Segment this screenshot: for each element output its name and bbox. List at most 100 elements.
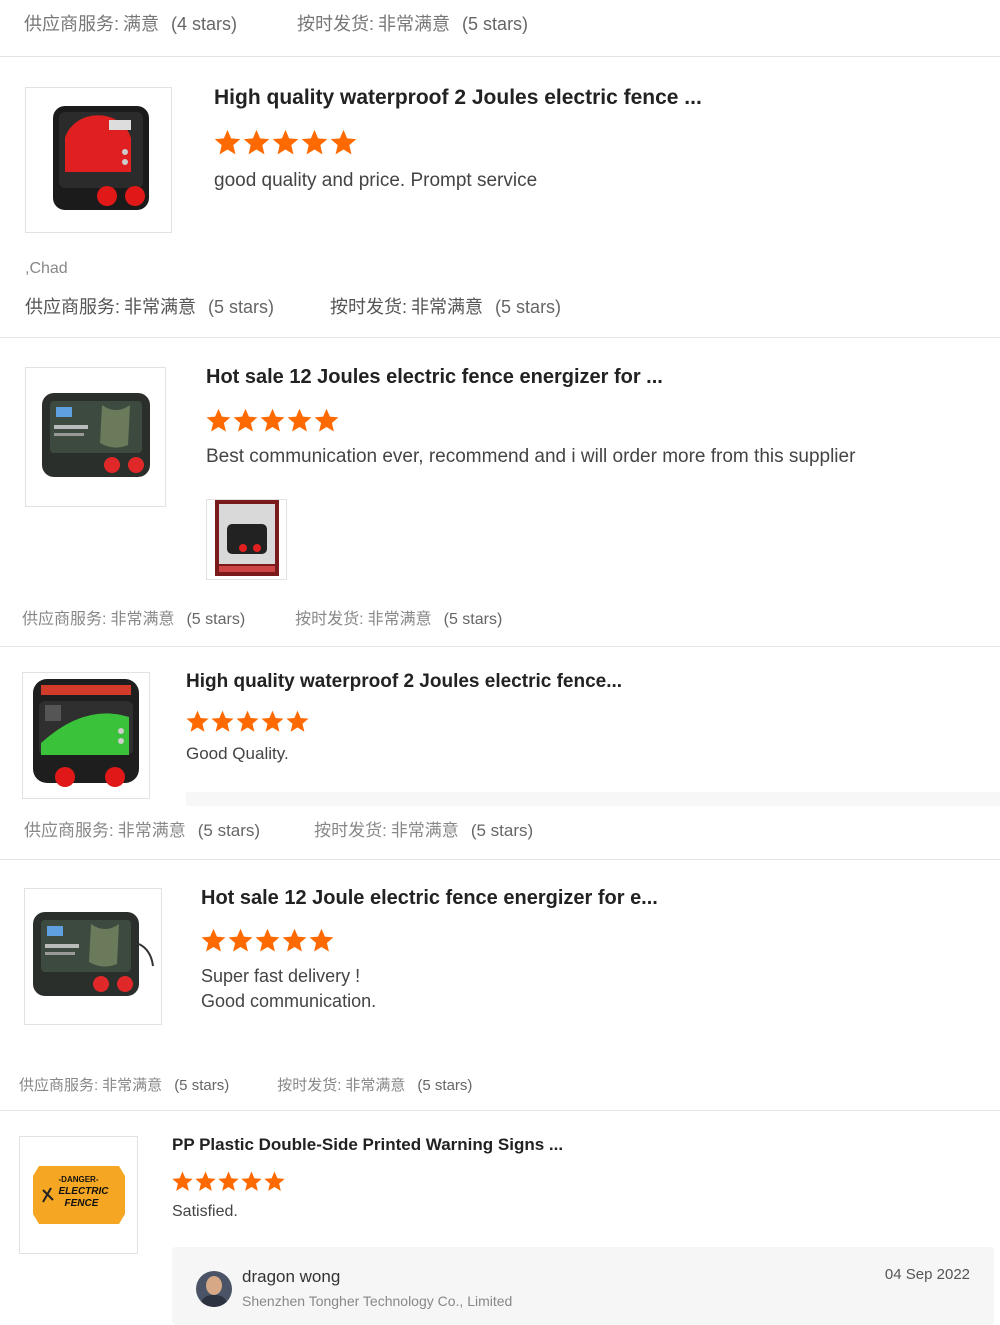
product-title[interactable]: High quality waterproof 2 Joules electri… [186, 671, 622, 693]
supplier-service-stars: (5 stars) [197, 821, 261, 840]
star-icon [309, 928, 334, 952]
review-text: Best communication ever, recommend and i… [206, 446, 856, 467]
star-icon [201, 928, 226, 952]
star-icon [172, 1171, 193, 1191]
star-icon [255, 928, 280, 952]
star-icon [241, 1171, 262, 1191]
divider [0, 859, 1000, 860]
energizer-screen-icon [38, 385, 154, 490]
reply-author-name: dragon wong [242, 1267, 341, 1286]
supplier-reply: dragon wong Shenzhen Tongher Technology … [172, 1247, 994, 1325]
ratings-row: 供应商服务: 非常满意 (5 stars) 按时发货: 非常满意 (5 stars) [19, 1074, 472, 1095]
review-text: good quality and price. Prompt service [214, 170, 538, 191]
ratings-row: 供应商服务: 非常满意 (5 stars) 按时发货: 非常满意 (5 stars) [22, 605, 502, 629]
star-icon [272, 129, 299, 155]
supplier-service-value: 非常满意 [124, 297, 197, 317]
energizer-screen-icon [29, 904, 157, 1009]
supplier-service-stars: (5 stars) [208, 297, 275, 317]
reply-date: 04 Sep 2022 [884, 1266, 970, 1283]
star-icon [195, 1171, 216, 1191]
star-rating [200, 927, 335, 954]
review-photo-icon [214, 500, 279, 579]
reply-placeholder [186, 792, 1000, 806]
ontime-shipping-value: 非常满意 [378, 14, 451, 34]
ontime-shipping-stars: (5 stars) [495, 297, 562, 317]
star-icon [186, 710, 209, 732]
star-rating [185, 709, 310, 734]
review-text-line: Super fast delivery ! [201, 966, 361, 986]
divider [0, 1110, 1000, 1111]
review-text: Good Quality. [186, 744, 289, 763]
star-icon [261, 710, 284, 732]
review-attachment[interactable] [206, 499, 287, 580]
sign-text: -DANGER- [58, 1175, 99, 1184]
energizer-red-icon [39, 98, 159, 223]
star-rating [171, 1170, 286, 1193]
star-icon [233, 408, 258, 432]
supplier-service-value: 非常满意 [117, 821, 186, 840]
product-thumbnail[interactable] [25, 367, 166, 507]
energizer-green-icon [25, 673, 147, 798]
product-title[interactable]: Hot sale 12 Joule electric fence energiz… [201, 887, 658, 910]
star-icon [301, 129, 328, 155]
supplier-service-value: 满意 [123, 14, 160, 34]
star-icon [228, 928, 253, 952]
ontime-shipping-value: 非常满意 [345, 1077, 406, 1094]
supplier-service-label: 供应商服务: [24, 14, 120, 34]
ontime-shipping-value: 非常满意 [367, 611, 432, 628]
ontime-shipping-stars: (5 stars) [443, 611, 503, 628]
supplier-service-stars: (5 stars) [174, 1077, 230, 1094]
supplier-service-value: 非常满意 [110, 611, 175, 628]
supplier-service-stars: (5 stars) [186, 611, 246, 628]
star-icon [211, 710, 234, 732]
reviewer-name: ,Chad [25, 260, 68, 277]
ratings-row: 供应商服务: 非常满意 (5 stars) 按时发货: 非常满意 (5 stars) [25, 293, 561, 319]
supplier-service-value: 非常满意 [102, 1077, 163, 1094]
star-rating [205, 407, 340, 434]
star-icon [214, 129, 241, 155]
reply-company: Shenzhen Tongher Technology Co., Limited [242, 1293, 513, 1309]
supplier-service-label: 供应商服务: [25, 297, 121, 317]
star-icon [287, 408, 312, 432]
ontime-shipping-value: 非常满意 [390, 821, 459, 840]
product-title[interactable]: Hot sale 12 Joules electric fence energi… [206, 366, 663, 389]
divider [0, 337, 1000, 338]
sign-text: FENCE [64, 1198, 99, 1209]
ontime-shipping-stars: (5 stars) [462, 14, 529, 34]
supplier-service-label: 供应商服务: [24, 821, 114, 840]
warning-sign-icon: -DANGER- ELECTRIC FENCE [29, 1162, 129, 1228]
ontime-shipping-stars: (5 stars) [417, 1077, 473, 1094]
star-icon [264, 1171, 285, 1191]
review-text-line: Good communication. [201, 991, 377, 1011]
star-icon [314, 408, 339, 432]
ontime-shipping-label: 按时发货: [295, 611, 364, 628]
product-thumbnail[interactable]: -DANGER- ELECTRIC FENCE [19, 1136, 138, 1254]
product-thumbnail[interactable] [25, 87, 172, 233]
ontime-shipping-label: 按时发货: [297, 14, 375, 34]
ontime-shipping-value: 非常满意 [411, 297, 484, 317]
star-icon [243, 129, 270, 155]
ontime-shipping-label: 按时发货: [314, 821, 387, 840]
divider [0, 646, 1000, 647]
star-icon [206, 408, 231, 432]
star-icon [282, 928, 307, 952]
star-icon [218, 1171, 239, 1191]
star-icon [286, 710, 309, 732]
product-thumbnail[interactable] [22, 672, 150, 799]
review-text: Satisfied. [172, 1203, 238, 1220]
product-thumbnail[interactable] [24, 888, 162, 1025]
ontime-shipping-label: 按时发货: [330, 297, 408, 317]
ratings-row: 供应商服务: 满意 (4 stars) 按时发货: 非常满意 (5 stars) [24, 10, 528, 36]
sign-text: ELECTRIC [58, 1186, 109, 1197]
ratings-row: 供应商服务: 非常满意 (5 stars) 按时发货: 非常满意 (5 stars) [24, 816, 533, 841]
star-rating [213, 128, 358, 157]
supplier-service-label: 供应商服务: [22, 611, 107, 628]
ontime-shipping-label: 按时发货: [277, 1077, 342, 1094]
star-icon [236, 710, 259, 732]
product-title[interactable]: PP Plastic Double-Side Printed Warning S… [172, 1135, 563, 1155]
product-title[interactable]: High quality waterproof 2 Joules electri… [214, 86, 702, 110]
supplier-service-label: 供应商服务: [19, 1077, 99, 1094]
supplier-service-stars: (4 stars) [171, 14, 238, 34]
star-icon [330, 129, 357, 155]
avatar [196, 1271, 232, 1307]
